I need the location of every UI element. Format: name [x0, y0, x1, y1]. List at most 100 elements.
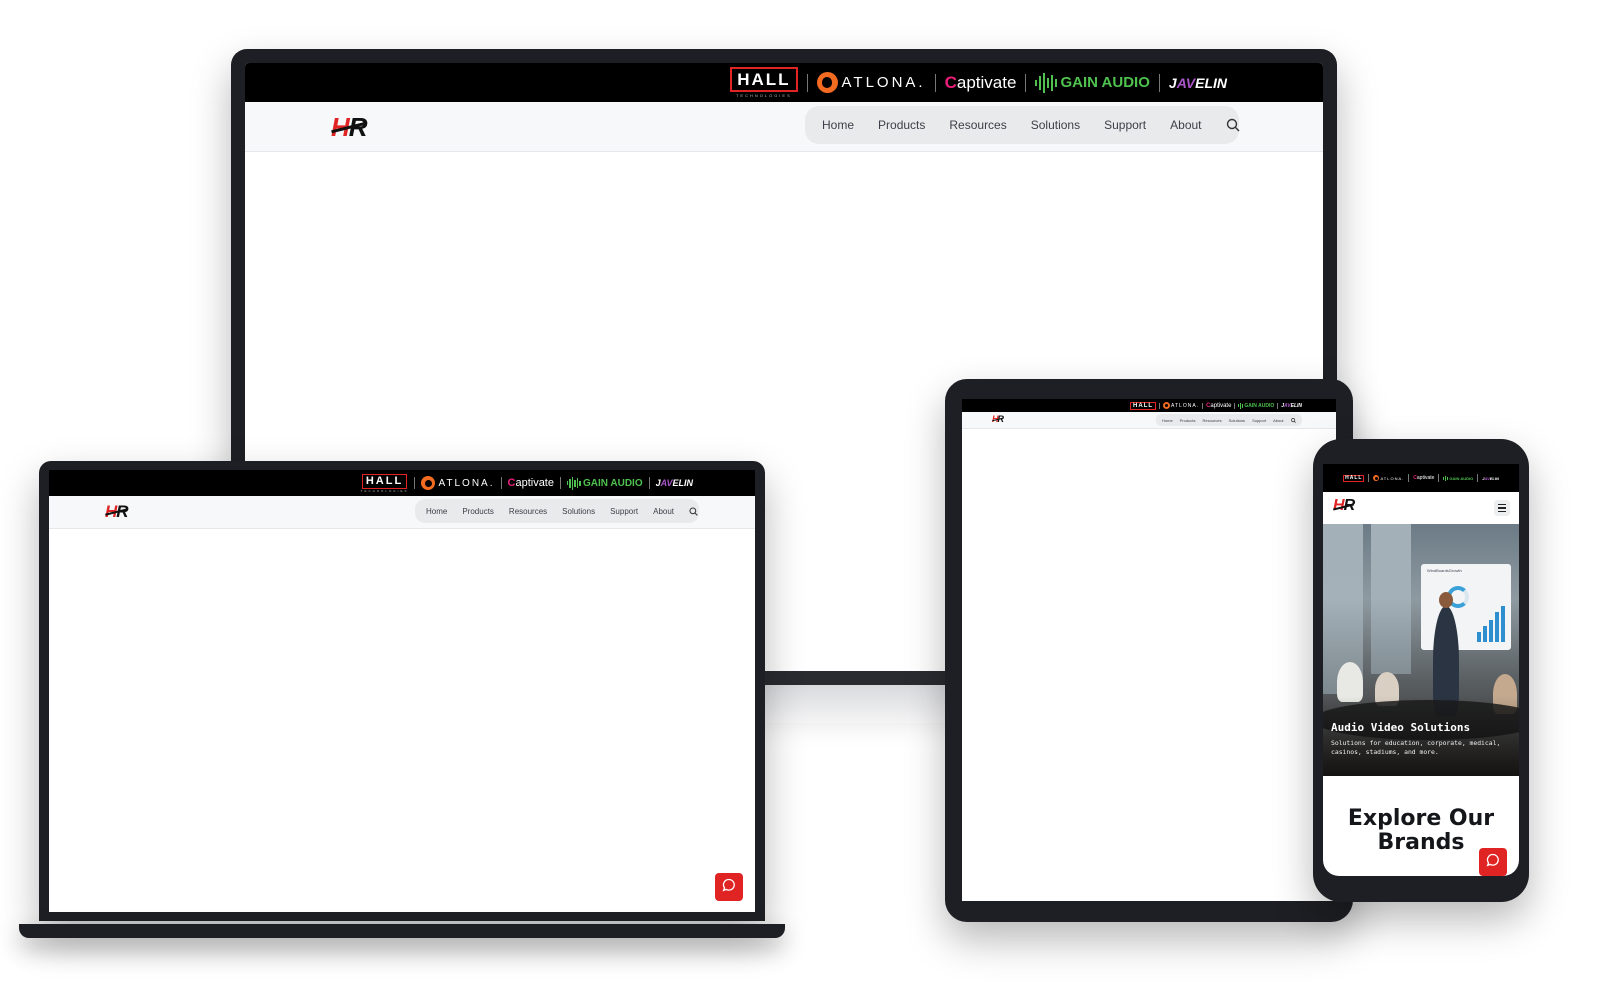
- javelin-logo[interactable]: JAVELIN: [1281, 403, 1302, 409]
- divider: [1234, 402, 1236, 409]
- hall-logo[interactable]: HALL TECHNOLOGIES: [361, 473, 409, 493]
- device-mockup-stage: HALL TECHNOLOGIES ATLONA. Captivate GAIN…: [0, 0, 1600, 1000]
- nav-products[interactable]: Products: [878, 118, 925, 132]
- javelin-rest: ELIN: [672, 478, 693, 488]
- brand-bar: HALL TECHNOLOGIES ATLONA. Captivate GAIN…: [245, 63, 1323, 102]
- hamburger-menu-icon[interactable]: [1494, 500, 1510, 516]
- atlona-logo-text: ATLONA.: [841, 74, 926, 91]
- nav-home[interactable]: Home: [1162, 418, 1173, 423]
- javelin-logo[interactable]: JAVELIN: [1482, 476, 1499, 481]
- gain-audio-text: GAIN AUDIO: [582, 477, 643, 489]
- javelin-rest: ELIN: [1290, 402, 1302, 409]
- laptop-screen: HALL TECHNOLOGIES ATLONA. Captivate GAIN…: [49, 470, 755, 912]
- chat-button[interactable]: [715, 873, 743, 901]
- captivate-logo[interactable]: Captivate: [1206, 403, 1231, 409]
- atlona-logo-text: ATLONA.: [1171, 402, 1200, 409]
- nav-products[interactable]: Products: [462, 507, 494, 516]
- nav-solutions[interactable]: Solutions: [1031, 118, 1080, 132]
- gain-audio-logo[interactable]: GAIN AUDIO: [566, 476, 643, 490]
- nav-about[interactable]: About: [653, 507, 674, 516]
- chart-bar: [1483, 626, 1487, 642]
- nav-solutions[interactable]: Solutions: [562, 507, 595, 516]
- nav-solutions[interactable]: Solutions: [1229, 418, 1245, 423]
- hall-logo-sub: TECHNOLOGIES: [735, 93, 792, 98]
- atlona-logo[interactable]: ATLONA.: [1163, 402, 1199, 409]
- hall-logo[interactable]: HALL: [1130, 401, 1157, 410]
- nav-about[interactable]: About: [1273, 418, 1283, 423]
- divider: [648, 477, 650, 489]
- nav-home[interactable]: Home: [426, 507, 447, 516]
- atlona-mark-icon: [1163, 402, 1171, 409]
- divider: [1477, 474, 1479, 482]
- nav-resources[interactable]: Resources: [1202, 418, 1221, 423]
- atlona-logo[interactable]: ATLONA.: [421, 476, 494, 490]
- nav-support[interactable]: Support: [1104, 118, 1146, 132]
- chat-icon: [1486, 853, 1500, 872]
- hr-logo[interactable]: HR: [1333, 497, 1355, 515]
- divider: [1158, 73, 1160, 92]
- hero-overlay: [1323, 696, 1519, 776]
- captivate-logo[interactable]: Captivate: [508, 477, 554, 489]
- waveform-icon: [1035, 72, 1058, 93]
- javelin-av: AV: [660, 478, 673, 488]
- monitor-stand: [765, 671, 945, 685]
- nav-products[interactable]: Products: [1180, 418, 1196, 423]
- captivate-rest: aptivate: [1210, 402, 1232, 409]
- nav-menu: Home Products Resources Solutions Suppor…: [415, 499, 699, 523]
- chat-button[interactable]: [1479, 848, 1507, 876]
- brand-bar: HALL TECHNOLOGIES ATLONA. Captivate GAIN…: [49, 470, 755, 496]
- nav-home[interactable]: Home: [822, 118, 854, 132]
- site-navbar: HR Home Products Resources Solutions Sup…: [49, 496, 755, 529]
- atlona-logo[interactable]: ATLONA.: [816, 72, 926, 93]
- site-navbar: HR Home Products Resources Solutions Sup…: [245, 102, 1323, 152]
- gain-audio-logo[interactable]: GAIN AUDIO: [1443, 475, 1474, 481]
- nav-support[interactable]: Support: [610, 507, 638, 516]
- captivate-rest: aptivate: [1416, 475, 1435, 481]
- presenter-head: [1439, 592, 1453, 608]
- captivate-logo[interactable]: Captivate: [945, 73, 1017, 93]
- waveform-icon: [1238, 402, 1244, 409]
- search-icon[interactable]: [689, 506, 698, 516]
- hall-logo-text: HALL: [1343, 474, 1365, 482]
- divider: [1368, 474, 1370, 482]
- gain-audio-text: GAIN AUDIO: [1449, 475, 1474, 481]
- nav-resources[interactable]: Resources: [949, 118, 1006, 132]
- nav-resources[interactable]: Resources: [509, 507, 547, 516]
- divider: [1159, 402, 1161, 409]
- javelin-rest: ELIN: [1489, 475, 1499, 481]
- search-icon[interactable]: [1290, 417, 1296, 423]
- divider: [1408, 474, 1410, 482]
- atlona-logo[interactable]: ATLONA.: [1373, 475, 1404, 481]
- nav-about[interactable]: About: [1170, 118, 1201, 132]
- search-icon[interactable]: [1226, 118, 1240, 132]
- nav-menu: Home Products Resources Solutions Suppor…: [1156, 414, 1302, 426]
- gain-audio-logo[interactable]: GAIN AUDIO: [1035, 72, 1150, 93]
- nav-support[interactable]: Support: [1252, 418, 1266, 423]
- hr-logo[interactable]: HR: [105, 502, 129, 522]
- divider: [934, 73, 936, 92]
- javelin-logo[interactable]: JAVELIN: [1169, 75, 1227, 91]
- atlona-logo-text: ATLONA.: [438, 477, 495, 489]
- hall-logo[interactable]: HALL TECHNOLOGIES: [730, 67, 798, 98]
- hall-logo[interactable]: HALL: [1343, 474, 1365, 482]
- atlona-logo-text: ATLONA.: [1380, 475, 1405, 481]
- hr-logo[interactable]: HR: [992, 414, 1004, 424]
- chart-bar: [1477, 632, 1481, 642]
- site-navbar: HR: [1323, 492, 1519, 524]
- hero-subtitle: Solutions for education, corporate, medi…: [1331, 739, 1501, 756]
- divider: [414, 477, 416, 489]
- atlona-mark-icon: [816, 72, 838, 93]
- divider: [1438, 474, 1440, 482]
- gain-audio-logo[interactable]: GAIN AUDIO: [1238, 402, 1274, 409]
- chat-icon: [722, 878, 736, 897]
- divider: [500, 477, 502, 489]
- captivate-c: C: [944, 72, 957, 92]
- window-panel: [1371, 524, 1411, 674]
- divider: [559, 477, 561, 489]
- captivate-logo[interactable]: Captivate: [1413, 475, 1434, 481]
- hr-logo[interactable]: HR: [331, 112, 368, 143]
- waveform-icon: [1443, 475, 1449, 481]
- hall-logo-text: HALL: [1130, 401, 1157, 410]
- hero-title: Audio Video Solutions: [1331, 721, 1471, 734]
- javelin-logo[interactable]: JAVELIN: [656, 478, 693, 488]
